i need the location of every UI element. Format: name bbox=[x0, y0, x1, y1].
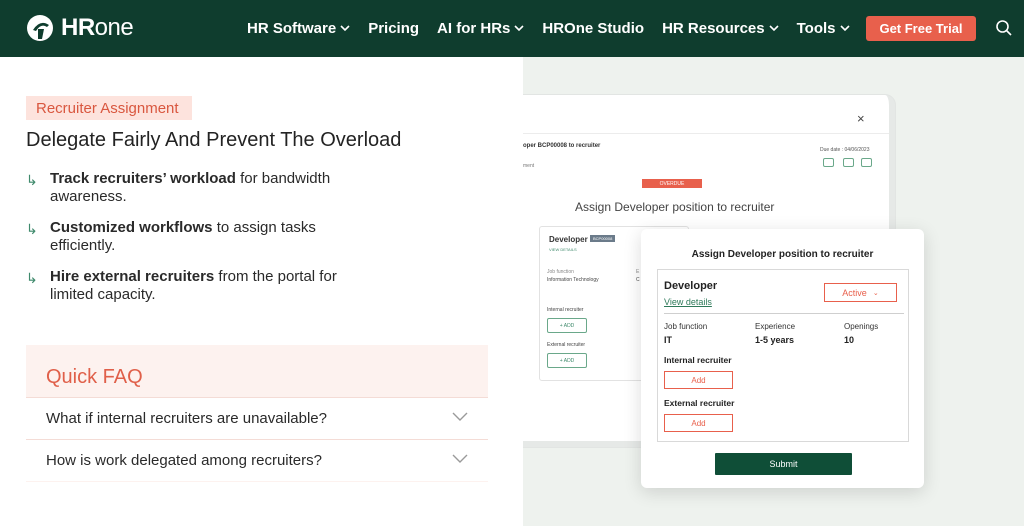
feature-bullet: ↳ Track recruiters’ workload for bandwidt… bbox=[26, 170, 366, 206]
faq-title: Quick FAQ bbox=[46, 366, 143, 388]
feature-heading: Delegate Fairly And Prevent The Overload bbox=[26, 129, 402, 151]
preview-trailing-letter: E bbox=[636, 269, 640, 275]
nav-item-label: HROne Studio bbox=[542, 20, 645, 37]
faq-item[interactable]: How is work delegated among recruiters? bbox=[26, 439, 488, 481]
feature-bullet: ↳ Hire external recruiters from the porta… bbox=[26, 268, 366, 304]
preview-card-title: Developer bbox=[549, 235, 588, 244]
internal-recruiter-label: Internal recruiter bbox=[664, 355, 732, 365]
nav-item-tools[interactable]: Tools bbox=[797, 20, 850, 37]
position-card: Developer View details Active ⌄ Job funct… bbox=[657, 269, 909, 442]
faq-question: How is work delegated among recruiters? bbox=[46, 452, 322, 469]
bullet-text: Hire external recruiters from the portal… bbox=[50, 268, 366, 304]
logo-text: HRone bbox=[61, 14, 134, 41]
nav-item-hr-software[interactable]: HR Software bbox=[247, 20, 350, 37]
preview-card-badge: BCP00008 bbox=[590, 235, 616, 242]
search-icon[interactable] bbox=[995, 19, 1013, 37]
nav-item-hr-resources[interactable]: HR Resources bbox=[662, 20, 779, 37]
quick-faq: Quick FAQ What if internal recruiters ar… bbox=[26, 345, 488, 482]
view-details-link[interactable]: View details bbox=[664, 297, 712, 307]
preview-add-button: + ADD bbox=[547, 318, 587, 333]
preview-job-function-label: Job function bbox=[547, 269, 574, 275]
arrow-icon: ↳ bbox=[26, 221, 38, 237]
overdue-badge: OVERDUE bbox=[642, 179, 702, 188]
logo-mark-icon bbox=[27, 15, 53, 41]
bullet-bold-text: Hire external recruiters bbox=[50, 268, 215, 285]
assign-modal: Assign Developer position to recruiter D… bbox=[641, 229, 924, 488]
nav-item-label: HR Software bbox=[247, 20, 337, 37]
add-internal-recruiter-button[interactable]: Add bbox=[664, 371, 733, 389]
arrow-icon: ↳ bbox=[26, 172, 38, 188]
chevron-down-icon bbox=[839, 25, 850, 32]
modal-title: Assign Developer position to recruiter bbox=[691, 249, 874, 260]
nav-item-label: HR Resources bbox=[662, 20, 765, 37]
preview-external-label: External recruiter bbox=[547, 342, 586, 348]
preview-assign-title: Assign Developer position to recruiter bbox=[575, 200, 775, 214]
field-label: Openings bbox=[844, 322, 879, 331]
faq-question: What if internal recruiters are unavaila… bbox=[46, 410, 327, 427]
chevron-down-icon: ⌄ bbox=[872, 289, 879, 297]
preview-action-icon bbox=[843, 158, 854, 167]
preview-trailing-letter: C bbox=[636, 277, 640, 283]
preview-job-function-value: Information Technology bbox=[547, 277, 599, 283]
close-icon: × bbox=[857, 111, 865, 126]
divider bbox=[664, 313, 904, 314]
nav-item-ai-for-hrs[interactable]: AI for HRs bbox=[437, 20, 524, 37]
nav-item-label: Tools bbox=[796, 20, 836, 37]
field-value: IT bbox=[664, 335, 672, 345]
chevron-down-icon bbox=[452, 454, 468, 463]
nav-item-label: AI for HRs bbox=[437, 20, 511, 37]
faq-item[interactable]: What if internal recruiters are unavaila… bbox=[26, 397, 488, 439]
arrow-icon: ↳ bbox=[26, 270, 38, 286]
hrone-logo[interactable]: HRone bbox=[25, 13, 134, 43]
preview-action-icon bbox=[823, 158, 834, 167]
add-external-recruiter-button[interactable]: Add bbox=[664, 414, 733, 432]
nav-item-hrone-studio[interactable]: HROne Studio bbox=[542, 20, 644, 37]
chevron-down-icon bbox=[769, 25, 779, 32]
preview-title: oper BCP00008 to recruiter bbox=[523, 143, 601, 149]
field-value: 1-5 years bbox=[755, 335, 795, 345]
feature-tag: Recruiter Assignment bbox=[26, 96, 192, 120]
submit-button[interactable]: Submit bbox=[715, 453, 852, 475]
bullet-bold-text: Track recruiters’ workload bbox=[50, 170, 236, 187]
feature-bullet: ↳ Customized workflows to assign tasks ef… bbox=[26, 219, 366, 255]
bullet-text: Track recruiters’ workload for bandwidth… bbox=[50, 170, 366, 206]
status-value: Active bbox=[842, 287, 867, 298]
feature-bullets: ↳ Track recruiters’ workload for bandwidt… bbox=[26, 170, 366, 317]
preview-view-details: VIEW DETAILS bbox=[549, 247, 577, 252]
chevron-down-icon bbox=[340, 25, 350, 32]
preview-internal-label: Internal recruiter bbox=[547, 307, 584, 313]
chevron-down-icon bbox=[514, 25, 524, 32]
top-navbar: HRone HR Software Pricing AI for HRs HROne … bbox=[0, 0, 1024, 57]
main-menu: HR Software Pricing AI for HRs HROne Studio… bbox=[247, 0, 868, 57]
field-label: Experience bbox=[755, 322, 796, 331]
nav-item-pricing[interactable]: Pricing bbox=[368, 20, 419, 37]
preview-subtitle: ment bbox=[523, 163, 535, 169]
chevron-down-icon bbox=[452, 412, 468, 421]
nav-item-label: Pricing bbox=[368, 20, 420, 37]
position-title: Developer bbox=[664, 280, 718, 292]
preview-header bbox=[523, 133, 889, 177]
get-free-trial-button[interactable]: Get Free Trial bbox=[866, 16, 976, 41]
field-value: 10 bbox=[844, 335, 855, 345]
due-date: Due date : 04/06/2023 bbox=[820, 147, 870, 153]
product-preview: × oper BCP00008 to recruiter ment Due da… bbox=[523, 57, 1024, 526]
status-dropdown[interactable]: Active ⌄ bbox=[824, 283, 897, 302]
preview-add-button: + ADD bbox=[547, 353, 587, 368]
external-recruiter-label: External recruiter bbox=[664, 398, 735, 408]
bullet-bold-text: Customized workflows bbox=[50, 219, 213, 236]
bullet-text: Customized workflows to assign tasks eff… bbox=[50, 219, 366, 255]
field-label: Job function bbox=[664, 322, 708, 331]
preview-more-icon bbox=[861, 158, 872, 167]
